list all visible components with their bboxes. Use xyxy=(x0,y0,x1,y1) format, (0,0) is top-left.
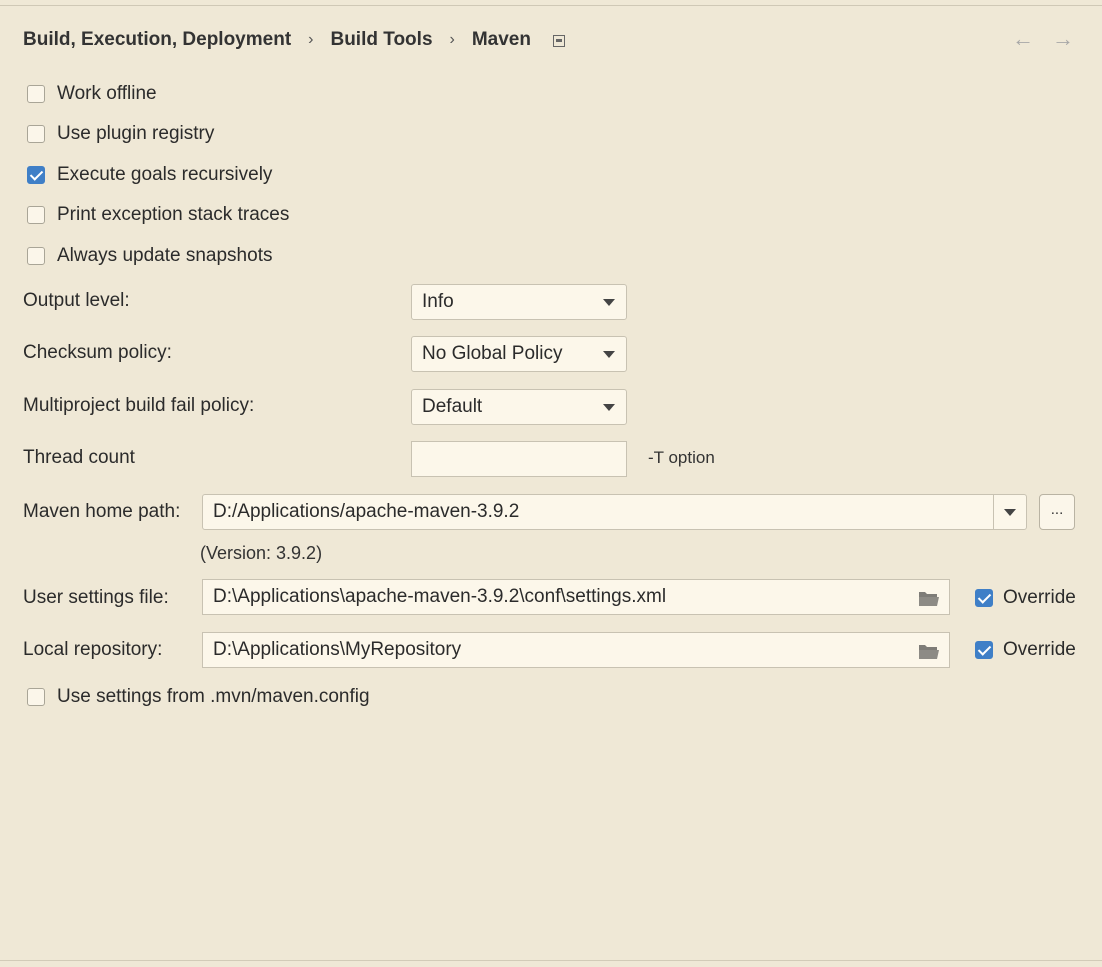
combo-divider xyxy=(993,495,994,529)
user-settings-override-checkbox[interactable] xyxy=(975,589,993,607)
use-plugin-registry-checkbox[interactable] xyxy=(27,125,45,143)
breadcrumb-separator: › xyxy=(308,31,314,48)
chevron-down-icon xyxy=(603,351,615,358)
chevron-down-icon xyxy=(603,404,615,411)
breadcrumb-item-maven: Maven xyxy=(471,29,531,50)
print-exception-stack-traces-checkbox[interactable] xyxy=(27,206,45,224)
user-settings-override-option[interactable]: Override xyxy=(975,586,1076,610)
execute-goals-recursively-checkbox[interactable] xyxy=(27,166,45,184)
thread-count-hint: -T option xyxy=(648,448,715,467)
maven-home-path-combo[interactable]: D:/Applications/apache-maven-3.9.2 xyxy=(202,494,1027,530)
local-repository-override-option[interactable]: Override xyxy=(975,638,1076,662)
multiproject-fail-policy-label: Multiproject build fail policy: xyxy=(23,395,255,416)
local-repository-override-checkbox[interactable] xyxy=(975,641,993,659)
maven-home-path-label: Maven home path: xyxy=(23,501,181,522)
user-settings-override-label: Override xyxy=(1003,587,1076,608)
checksum-policy-label: Checksum policy: xyxy=(23,342,172,363)
user-settings-file-label: User settings file: xyxy=(23,587,169,608)
local-repository-override-label: Override xyxy=(1003,639,1076,660)
maven-home-path-value[interactable]: D:/Applications/apache-maven-3.9.2 xyxy=(213,501,519,523)
local-repository-label: Local repository: xyxy=(23,639,163,660)
use-plugin-registry-option[interactable]: Use plugin registry xyxy=(27,122,214,146)
work-offline-checkbox[interactable] xyxy=(27,85,45,103)
always-update-snapshots-label: Always update snapshots xyxy=(57,245,273,266)
folder-icon[interactable] xyxy=(918,589,940,607)
use-mvn-config-option[interactable]: Use settings from .mvn/maven.config xyxy=(27,685,370,709)
checksum-policy-dropdown[interactable]: No Global Policy xyxy=(411,336,627,372)
thread-count-label: Thread count xyxy=(23,447,135,468)
use-plugin-registry-label: Use plugin registry xyxy=(57,123,215,144)
chevron-down-icon[interactable] xyxy=(1004,509,1016,516)
print-exception-stack-traces-option[interactable]: Print exception stack traces xyxy=(27,203,289,227)
use-mvn-config-checkbox[interactable] xyxy=(27,688,45,706)
thread-count-input[interactable] xyxy=(411,441,627,477)
output-level-dropdown[interactable]: Info xyxy=(411,284,627,320)
maven-version-text: (Version: 3.9.2) xyxy=(200,543,323,563)
multiproject-fail-policy-value: Default xyxy=(422,396,483,417)
bottom-divider xyxy=(0,960,1102,961)
work-offline-option[interactable]: Work offline xyxy=(27,82,157,106)
breadcrumb-item-build-execution-deployment[interactable]: Build, Execution, Deployment xyxy=(23,29,291,51)
output-level-value: Info xyxy=(422,291,454,312)
browse-maven-home-button[interactable]: ... xyxy=(1039,494,1075,530)
folder-icon[interactable] xyxy=(918,642,940,660)
user-settings-file-field[interactable]: D:\Applications\apache-maven-3.9.2\conf\… xyxy=(202,579,950,615)
top-divider xyxy=(0,0,1102,6)
checksum-policy-value: No Global Policy xyxy=(422,343,563,364)
output-level-label: Output level: xyxy=(23,290,130,311)
execute-goals-recursively-option[interactable]: Execute goals recursively xyxy=(27,163,272,187)
execute-goals-recursively-label: Execute goals recursively xyxy=(57,164,273,185)
back-arrow-icon[interactable]: ← xyxy=(1012,26,1034,52)
local-repository-field[interactable]: D:\Applications\MyRepository xyxy=(202,632,950,668)
chevron-down-icon xyxy=(603,299,615,306)
always-update-snapshots-option[interactable]: Always update snapshots xyxy=(27,244,272,268)
local-repository-value[interactable]: D:\Applications\MyRepository xyxy=(213,639,461,661)
breadcrumb-item-build-tools[interactable]: Build Tools xyxy=(330,29,432,51)
always-update-snapshots-checkbox[interactable] xyxy=(27,247,45,265)
forward-arrow-icon[interactable]: → xyxy=(1052,26,1074,52)
breadcrumb-separator: › xyxy=(449,31,455,48)
user-settings-file-value[interactable]: D:\Applications\apache-maven-3.9.2\conf\… xyxy=(213,586,666,608)
multiproject-fail-policy-dropdown[interactable]: Default xyxy=(411,389,627,425)
work-offline-label: Work offline xyxy=(57,83,157,104)
print-exception-stack-traces-label: Print exception stack traces xyxy=(57,204,290,225)
breadcrumb: Build, Execution, Deployment › Build Too… xyxy=(23,28,565,52)
window-icon[interactable] xyxy=(552,35,565,47)
use-mvn-config-label: Use settings from .mvn/maven.config xyxy=(57,686,370,707)
